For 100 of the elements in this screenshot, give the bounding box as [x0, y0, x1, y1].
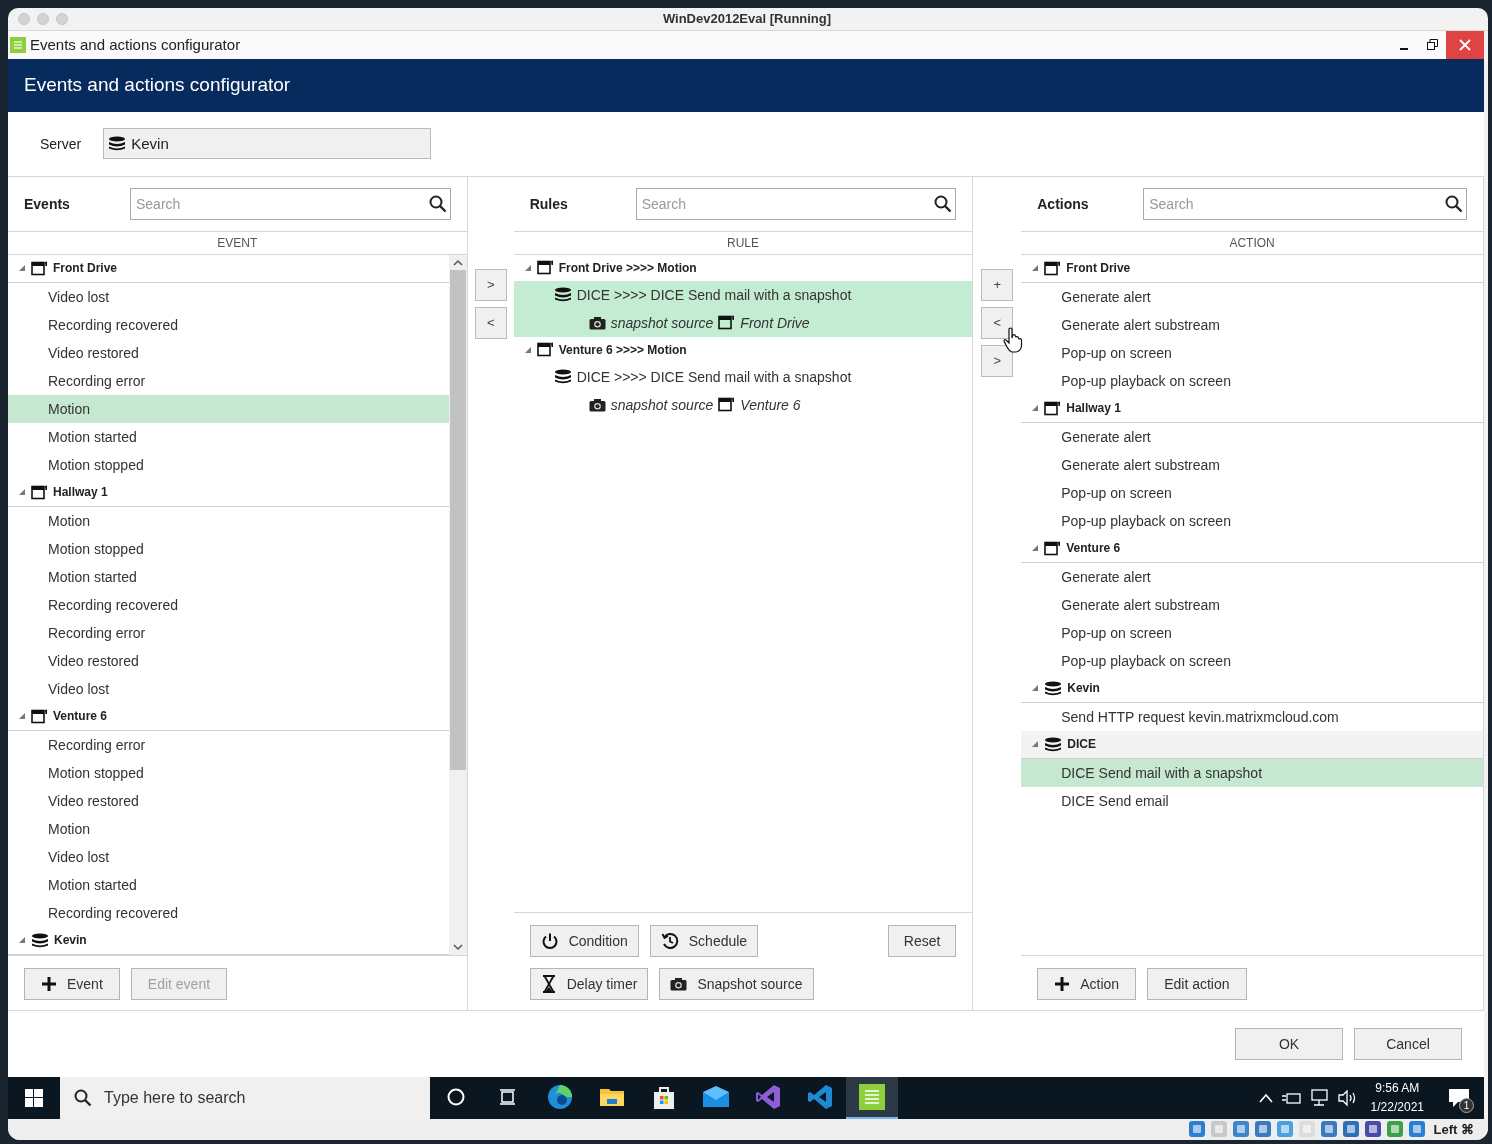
tree-group-row[interactable]: Kevin	[8, 926, 449, 955]
tree-group-row[interactable]: Front Drive	[1021, 254, 1483, 283]
tree-item[interactable]: Motion stopped	[8, 534, 449, 563]
tree-item[interactable]: Pop-up on screen	[1021, 478, 1483, 507]
notification-button[interactable]: 1	[1444, 1082, 1474, 1113]
vm-status-icon	[1231, 1120, 1250, 1139]
expand-arrow-icon[interactable]	[523, 263, 532, 272]
expand-arrow-icon[interactable]	[1031, 740, 1040, 748]
search-field[interactable]: Search	[635, 187, 957, 220]
tree-item[interactable]: Motion	[8, 814, 449, 843]
expand-arrow-icon[interactable]	[18, 264, 26, 272]
tree-group-row[interactable]: Front Drive	[8, 254, 449, 283]
host-key-label: Left ⌘	[1433, 1121, 1474, 1137]
tree-group-row[interactable]: Hallway 1	[1021, 394, 1483, 423]
rule-button[interactable]: Snapshot source	[659, 967, 814, 1000]
transfer-button[interactable]: +	[981, 268, 1014, 301]
tree-item[interactable]: Recording recovered	[8, 898, 449, 927]
tree-item[interactable]: Recording error	[8, 730, 449, 759]
tree-item[interactable]: Video restored	[8, 786, 449, 815]
dialog-button[interactable]: OK	[1235, 1027, 1343, 1060]
tree-item[interactable]: DICE Send email	[1021, 786, 1483, 815]
tree-item[interactable]: Generate alert substream	[1021, 590, 1483, 619]
rule-button[interactable]: Condition	[529, 924, 639, 957]
scroll-down-icon[interactable]	[452, 941, 463, 952]
search-field[interactable]: Search	[130, 187, 451, 220]
chevron-up-icon[interactable]	[1258, 1092, 1273, 1103]
tree-item[interactable]: Pop-up playback on screen	[1021, 366, 1483, 395]
dialog-button[interactable]: Cancel	[1354, 1027, 1462, 1060]
network-icon[interactable]	[1308, 1088, 1329, 1107]
taskbar-search-field[interactable]: Type here to search	[60, 1076, 430, 1119]
tree-item[interactable]: Pop-up on screen	[1021, 618, 1483, 647]
tree-item[interactable]: Generate alert	[1021, 282, 1483, 311]
tree-item[interactable]: Generate alert substream	[1021, 310, 1483, 339]
tree-item[interactable]: Recording recovered	[8, 310, 449, 339]
rule-button[interactable]: Reset	[887, 924, 957, 957]
tree-group-row[interactable]: Venture 6	[1021, 534, 1483, 563]
power-icon	[540, 931, 559, 950]
search-field[interactable]: Search	[1143, 187, 1467, 220]
rule-entry[interactable]: DICE >>>> DICE Send mail with a snapshot snapshot source Front Drive	[513, 280, 973, 337]
tree-item[interactable]: Pop-up on screen	[1021, 338, 1483, 367]
expand-arrow-icon[interactable]	[18, 488, 26, 496]
expand-arrow-icon[interactable]	[1031, 544, 1040, 552]
speaker-icon[interactable]	[1336, 1088, 1357, 1107]
tree-item[interactable]: Recording recovered	[8, 590, 449, 619]
panel-button[interactable]: Action	[1037, 967, 1137, 1000]
tree-item[interactable]: Motion stopped	[8, 450, 449, 479]
tree-group-row[interactable]: Kevin	[1021, 674, 1483, 703]
tree-item[interactable]: Pop-up playback on screen	[1021, 646, 1483, 675]
tree-group-row[interactable]: Venture 6 >>>> Motion	[513, 336, 973, 363]
window-control-dot[interactable]	[56, 12, 68, 25]
rule-button[interactable]: Delay timer	[529, 967, 649, 1000]
taskbar-app-button[interactable]	[846, 1076, 898, 1119]
tree-item[interactable]: Generate alert substream	[1021, 450, 1483, 479]
scroll-up-icon[interactable]	[452, 257, 463, 268]
tree-item[interactable]: DICE Send mail with a snapshot	[1021, 758, 1483, 787]
rule-button[interactable]: Schedule	[649, 924, 759, 957]
tree-item[interactable]: Motion started	[8, 562, 449, 591]
tree-item[interactable]: Motion started	[8, 870, 449, 899]
tree-item[interactable]: Recording error	[8, 618, 449, 647]
scrollbar[interactable]	[448, 254, 467, 955]
tree-item[interactable]: Motion	[8, 506, 449, 535]
transfer-button[interactable]: >	[474, 268, 507, 301]
rule-source-camera: Front Drive	[740, 314, 810, 331]
tree-item[interactable]: Motion started	[8, 422, 449, 451]
transfer-button[interactable]: <	[474, 306, 507, 339]
tree-group-row[interactable]: Venture 6	[8, 702, 449, 731]
window-control-dot[interactable]	[37, 12, 49, 25]
tree-item[interactable]: Video lost	[8, 842, 449, 871]
expand-arrow-icon[interactable]	[18, 712, 26, 720]
expand-arrow-icon[interactable]	[18, 936, 26, 944]
expand-arrow-icon[interactable]	[523, 345, 532, 354]
group-name: Kevin	[54, 933, 87, 947]
tree-item[interactable]: Video lost	[8, 674, 449, 703]
power-plug-icon[interactable]	[1280, 1090, 1301, 1105]
group-name: Front Drive	[53, 261, 117, 275]
transfer-button[interactable]: >	[981, 344, 1014, 377]
tree-group-row[interactable]: DICE	[1021, 730, 1483, 759]
tree-item[interactable]: Motion stopped	[8, 758, 449, 787]
tree-item[interactable]: Generate alert	[1021, 422, 1483, 451]
group-name: Front Drive	[1066, 261, 1131, 275]
tree-group-row[interactable]: Front Drive >>>> Motion	[513, 254, 973, 281]
expand-arrow-icon[interactable]	[1031, 404, 1040, 412]
window-control-dot[interactable]	[18, 12, 30, 25]
tree-item[interactable]: Recording error	[8, 366, 449, 395]
tree-item[interactable]: Video restored	[8, 338, 449, 367]
tree-item[interactable]: Motion	[8, 394, 449, 423]
tree-group-row[interactable]: Hallway 1	[8, 478, 449, 507]
expand-arrow-icon[interactable]	[1031, 264, 1040, 272]
tree-item[interactable]: Video lost	[8, 282, 449, 311]
rule-entry[interactable]: DICE >>>> DICE Send mail with a snapshot snapshot source Venture 6	[513, 362, 973, 419]
expand-arrow-icon[interactable]	[1031, 684, 1040, 692]
panel-button[interactable]: Event	[24, 967, 120, 1000]
tree-item[interactable]: Send HTTP request kevin.matrixmcloud.com	[1021, 702, 1483, 731]
tree-item[interactable]: Generate alert	[1021, 562, 1483, 591]
clock-icon	[660, 931, 679, 950]
close-button[interactable]	[1446, 30, 1484, 59]
taskbar-clock[interactable]: 9:56 AM 1/22/2021	[1370, 1078, 1424, 1117]
tree-item[interactable]: Pop-up playback on screen	[1021, 506, 1483, 535]
panel-button[interactable]: Edit action	[1147, 967, 1247, 1000]
tree-item[interactable]: Video restored	[8, 646, 449, 675]
